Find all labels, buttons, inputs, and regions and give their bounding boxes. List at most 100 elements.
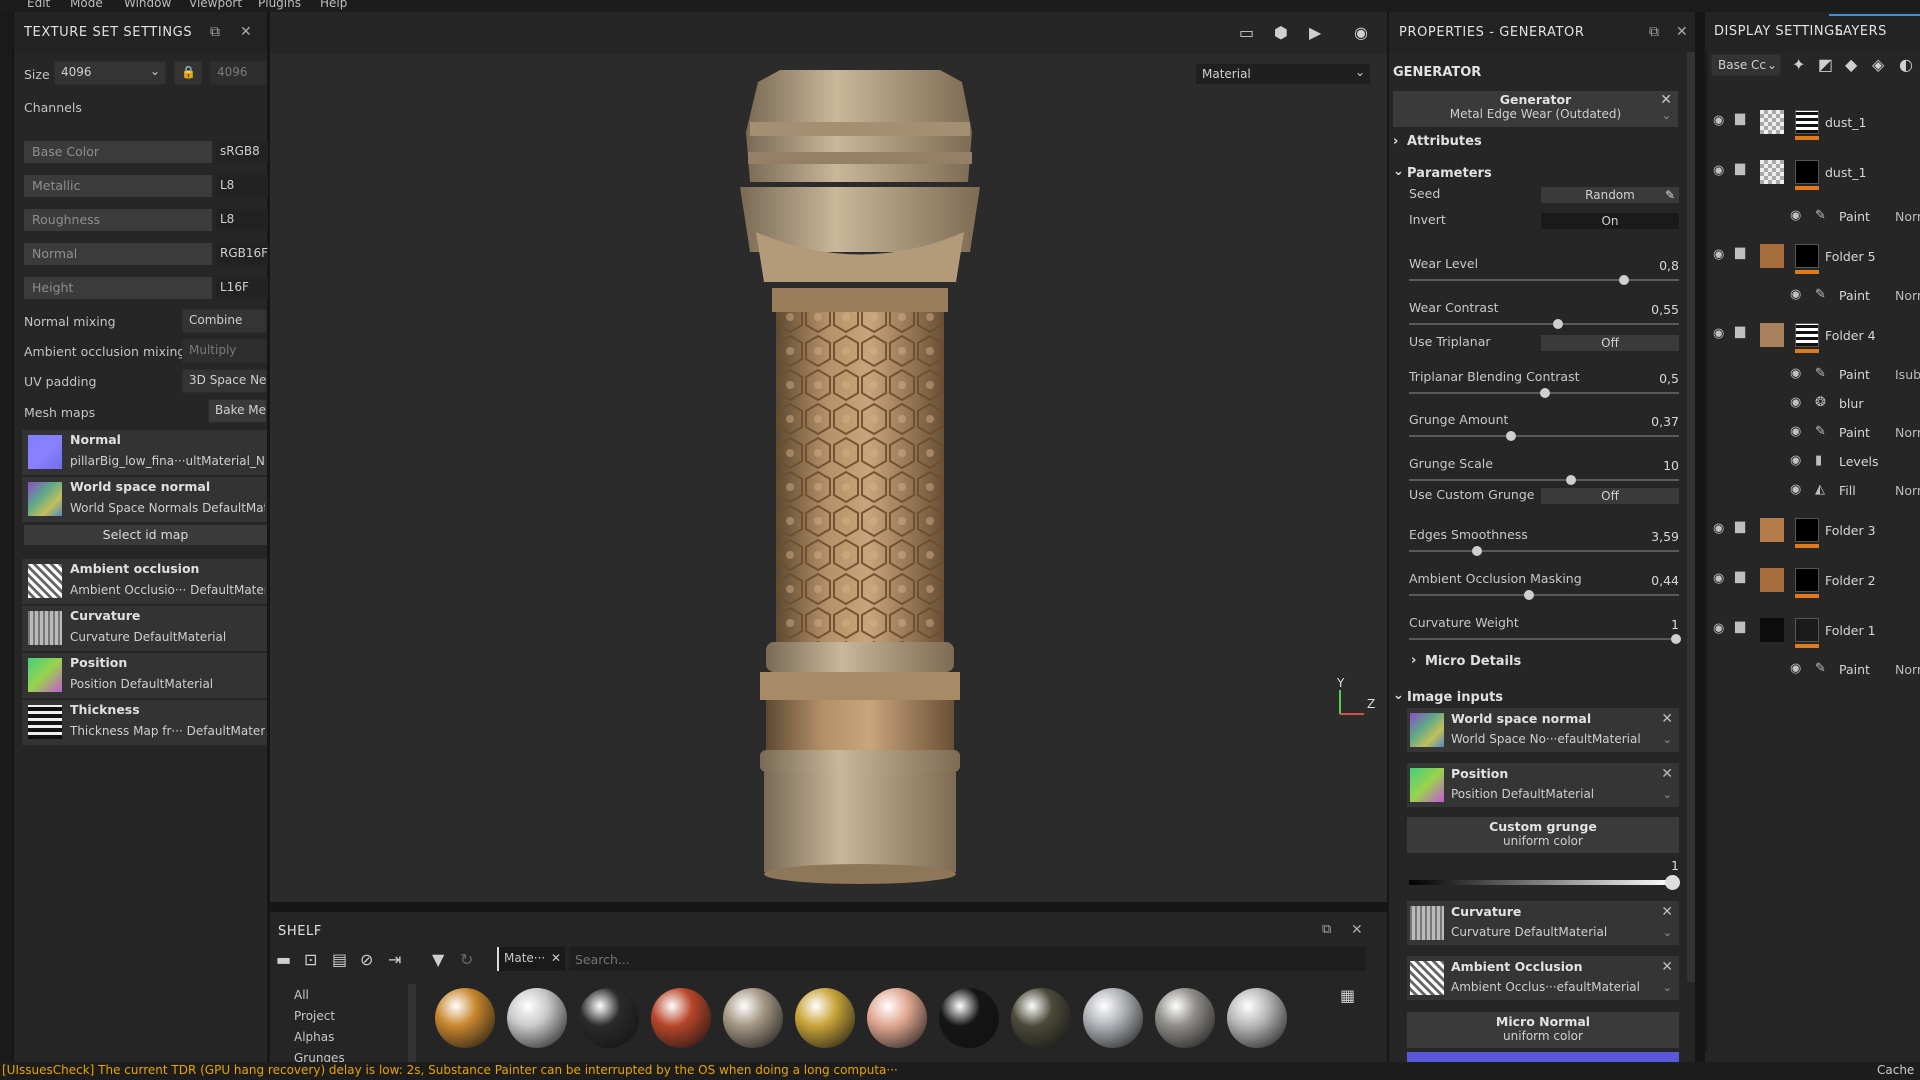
menu-item-help[interactable]: Help bbox=[320, 0, 347, 10]
layer-row[interactable]: ◉ ▆ dust_1 bbox=[1705, 157, 1920, 190]
invert-toggle[interactable]: On bbox=[1541, 213, 1679, 229]
mesh-map-item[interactable]: Ambient occlusion Ambient Occlusio··· Def… bbox=[22, 559, 267, 604]
shelf-search-input[interactable] bbox=[569, 947, 1366, 971]
parameter-slider[interactable] bbox=[1409, 431, 1679, 441]
use-triplanar-toggle[interactable]: Off bbox=[1541, 335, 1679, 351]
filter-tag[interactable]: Mate··· ✕ bbox=[497, 947, 565, 971]
eye-icon[interactable]: ◉ bbox=[1713, 247, 1724, 262]
screenshot-icon[interactable]: ◉ bbox=[1354, 23, 1368, 42]
eye-icon[interactable]: ◉ bbox=[1790, 287, 1801, 302]
layer-row[interactable]: ◉ ▆ Folder 1 bbox=[1705, 615, 1920, 648]
mesh-map-item[interactable]: Normal pillarBig_low_fina···ultMaterial_N… bbox=[22, 430, 267, 475]
menu-item-plugins[interactable]: Plugins bbox=[258, 0, 301, 10]
eye-icon[interactable]: ◉ bbox=[1713, 326, 1724, 341]
eye-icon[interactable]: ◉ bbox=[1713, 521, 1724, 536]
layer-row[interactable]: ◉ ✎ Paint Norm bbox=[1705, 418, 1920, 448]
material-thumbnail[interactable] bbox=[723, 988, 783, 1048]
material-thumbnail[interactable] bbox=[651, 988, 711, 1048]
chevron-down-icon[interactable]: ⌄ bbox=[1393, 688, 1404, 703]
slider-handle[interactable] bbox=[1566, 475, 1577, 485]
parameter-slider[interactable] bbox=[1409, 546, 1679, 556]
layer-row[interactable]: ◉ ▆ Folder 4 bbox=[1705, 320, 1920, 353]
layer-row[interactable]: ◉ ✎ Paint Norm bbox=[1705, 281, 1920, 311]
shelf-category-alphas[interactable]: Alphas bbox=[294, 1030, 334, 1044]
chevron-down-icon[interactable]: ⌄ bbox=[1663, 981, 1672, 994]
micro-details-section[interactable]: Micro Details bbox=[1425, 654, 1521, 669]
chevron-down-icon[interactable]: ⌄ bbox=[1393, 164, 1404, 179]
chevron-down-icon[interactable]: ⌄ bbox=[1662, 109, 1671, 122]
hide-icon[interactable]: ⊘ bbox=[360, 950, 373, 969]
channel-roughness[interactable]: Roughness bbox=[24, 209, 212, 231]
parameter-slider[interactable] bbox=[1409, 319, 1679, 329]
chevron-right-icon[interactable]: › bbox=[1411, 653, 1416, 668]
material-thumbnail[interactable] bbox=[1227, 988, 1287, 1048]
slider-handle[interactable] bbox=[1471, 546, 1482, 556]
slider-handle[interactable] bbox=[1540, 388, 1550, 398]
chevron-down-icon[interactable]: ⌄ bbox=[1663, 788, 1672, 801]
shelf-category-project[interactable]: Project bbox=[294, 1009, 335, 1023]
eye-icon[interactable]: ◉ bbox=[1790, 453, 1801, 468]
popout-icon[interactable]: ⧉ bbox=[1322, 922, 1331, 937]
slider-handle[interactable] bbox=[1524, 590, 1535, 600]
image-inputs-section[interactable]: Image inputs bbox=[1407, 690, 1503, 705]
selection-icon[interactable]: ▭ bbox=[1239, 23, 1254, 42]
blend-mode[interactable]: Norm bbox=[1895, 662, 1920, 677]
channel-height[interactable]: Height bbox=[24, 277, 212, 299]
close-icon[interactable]: ✕ bbox=[1661, 904, 1673, 920]
color-picker-icon[interactable] bbox=[1665, 875, 1680, 890]
image-input-item[interactable]: World space normal World Space No···efaul… bbox=[1407, 708, 1679, 752]
close-icon[interactable]: ✕ bbox=[551, 951, 561, 965]
parameter-slider[interactable] bbox=[1409, 590, 1679, 600]
parameter-slider[interactable] bbox=[1409, 475, 1679, 485]
folder-icon[interactable]: ▬ bbox=[276, 950, 291, 969]
slider-handle[interactable] bbox=[1505, 431, 1516, 441]
scrollbar[interactable] bbox=[1687, 52, 1695, 982]
fill-layer-icon[interactable]: ◈ bbox=[1872, 55, 1884, 74]
channel-select[interactable]: Base Cc ⌄ bbox=[1711, 54, 1781, 76]
parameter-slider[interactable] bbox=[1409, 634, 1681, 644]
grunge-color-slider[interactable] bbox=[1409, 880, 1671, 885]
material-thumbnail[interactable] bbox=[795, 988, 855, 1048]
close-icon[interactable]: ✕ bbox=[1661, 959, 1673, 975]
parameter-slider[interactable] bbox=[1409, 388, 1679, 398]
pencil-icon[interactable]: ✎ bbox=[1665, 187, 1675, 203]
refresh-icon[interactable]: ↻ bbox=[460, 950, 473, 969]
channel-metallic[interactable]: Metallic bbox=[24, 175, 212, 197]
delete-icon[interactable]: ◐ bbox=[1899, 55, 1913, 74]
eye-icon[interactable]: ◉ bbox=[1713, 621, 1724, 636]
channel-format[interactable]: sRGB8 bbox=[216, 141, 268, 163]
layer-row[interactable]: ◉ ✎ Paint Isub bbox=[1705, 360, 1920, 390]
use-custom-grunge-toggle[interactable]: Off bbox=[1541, 488, 1679, 504]
layer-row[interactable]: ◉ ◭ Fill Norm bbox=[1705, 476, 1920, 506]
eye-icon[interactable]: ◉ bbox=[1790, 424, 1801, 439]
popout-icon[interactable]: ⧉ bbox=[210, 24, 220, 40]
channel-normal[interactable]: Normal bbox=[24, 243, 212, 265]
layer-row[interactable]: ◉ ▆ Folder 5 bbox=[1705, 241, 1920, 274]
eye-icon[interactable]: ◉ bbox=[1713, 113, 1724, 128]
close-icon[interactable]: ✕ bbox=[1660, 92, 1672, 108]
select-id-map-button[interactable]: Select id map bbox=[24, 525, 267, 545]
filter-icon[interactable]: ▼ bbox=[432, 950, 444, 969]
layer-row[interactable]: ◉ ▆ Folder 3 bbox=[1705, 515, 1920, 548]
eye-icon[interactable]: ◉ bbox=[1790, 661, 1801, 676]
material-thumbnail[interactable] bbox=[939, 988, 999, 1048]
chevron-down-icon[interactable]: ⌄ bbox=[1663, 733, 1672, 746]
mask-icon[interactable]: ◩ bbox=[1818, 55, 1833, 74]
material-thumbnail[interactable] bbox=[1083, 988, 1143, 1048]
camera-icon[interactable]: ▶ bbox=[1309, 23, 1321, 42]
layer-row[interactable]: ◉ ▮ Levels bbox=[1705, 447, 1920, 477]
material-thumbnail[interactable] bbox=[435, 988, 495, 1048]
attributes-section[interactable]: Attributes bbox=[1407, 134, 1482, 149]
menu-item-edit[interactable]: Edit bbox=[27, 0, 50, 10]
channel-format[interactable]: L8 bbox=[216, 175, 268, 197]
blend-mode[interactable]: Norm bbox=[1895, 425, 1920, 440]
mesh-map-item[interactable]: Curvature Curvature DefaultMaterial bbox=[22, 606, 267, 651]
material-thumbnail[interactable] bbox=[867, 988, 927, 1048]
material-thumbnail[interactable] bbox=[1011, 988, 1071, 1048]
shelf-category-all[interactable]: All bbox=[294, 988, 309, 1002]
channel-format[interactable]: L16F bbox=[216, 277, 268, 299]
close-icon[interactable]: ✕ bbox=[1351, 922, 1363, 938]
viewport-mode-select[interactable]: Material ⌄ bbox=[1195, 63, 1371, 85]
viewport[interactable]: ▭ ⬢ ▶ ◉ Material ⌄ Y Z bbox=[270, 12, 1387, 902]
grid-view-icon[interactable]: ▦ bbox=[1340, 986, 1355, 1005]
